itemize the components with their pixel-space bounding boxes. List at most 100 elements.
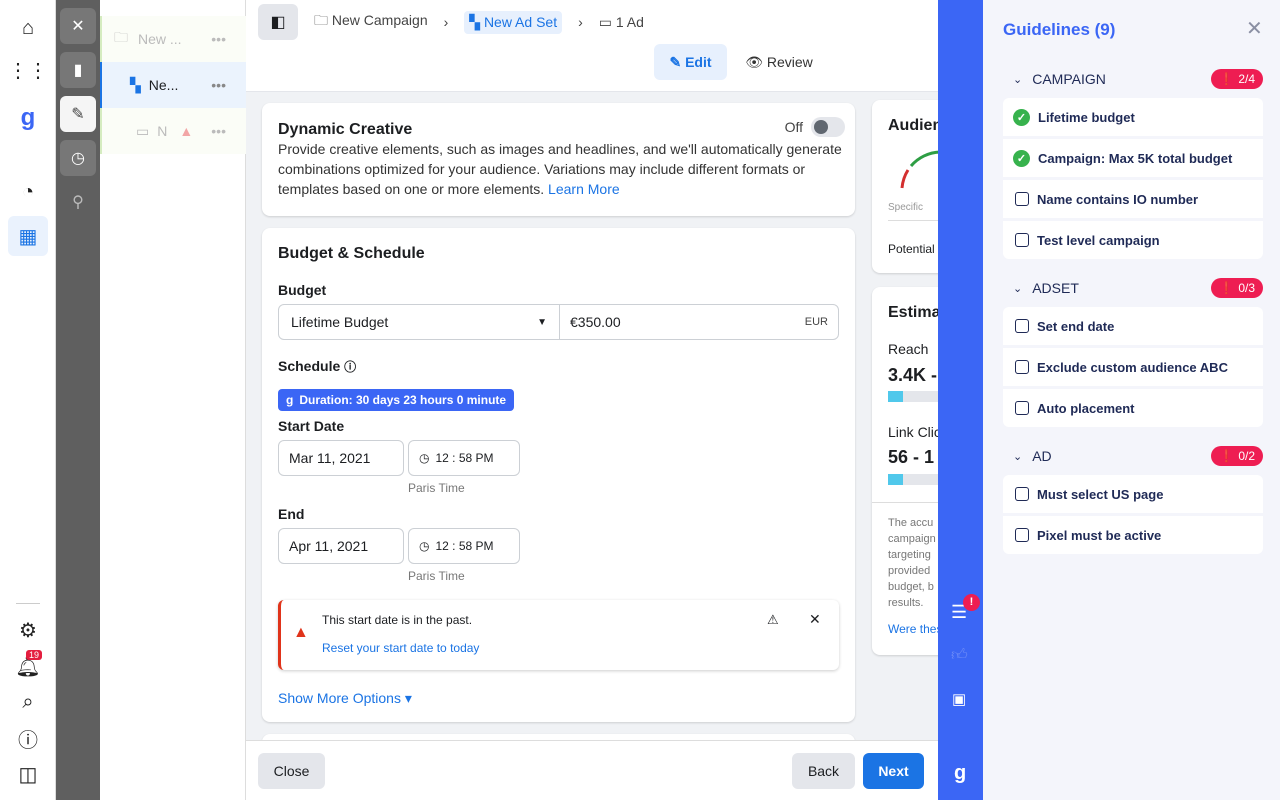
budget-type-select[interactable]: Lifetime Budget ▼	[278, 304, 560, 340]
timezone-label: Paris Time	[408, 569, 465, 583]
breadcrumb-adset[interactable]: ▚ New Ad Set	[464, 10, 563, 34]
chevron-down-icon: ⌄	[1013, 282, 1023, 295]
guideline-item[interactable]: Must select US page	[1003, 475, 1263, 513]
start-date-input[interactable]: Mar 11, 2021	[278, 440, 404, 476]
guideline-item[interactable]: Test level campaign	[1003, 221, 1263, 259]
tree-item-ad[interactable]: ▭ N ▲ •••	[100, 108, 246, 154]
start-time-input[interactable]: ◷ 12 : 58 PM	[408, 440, 520, 476]
clock-icon: ◷	[419, 539, 430, 553]
feedback-icon[interactable]: ▣	[952, 690, 966, 708]
bell-icon[interactable]: 🔔︎ 19	[8, 646, 48, 686]
guidelines-title: Guidelines (9)	[1003, 20, 1116, 39]
more-icon[interactable]: •••	[211, 123, 226, 139]
tab-edit[interactable]: ✎ Edit	[654, 44, 727, 80]
status-badge: ❗ 2/4	[1211, 69, 1263, 89]
alert-icon: ❗	[1219, 281, 1235, 295]
clock-icon[interactable]: ◷	[60, 140, 96, 176]
campaign-tree: 🗀 New ... ••• ▚ Ne... ••• ▭ N ▲ •••	[100, 0, 246, 800]
start-date-label: Start Date	[278, 418, 345, 434]
apps-grid-icon[interactable]: ⋮⋮	[8, 50, 48, 90]
home-icon[interactable]: ⌂	[8, 8, 48, 48]
ad-icon: ▭	[136, 122, 150, 139]
feedback-icon[interactable]: ⚠︎	[767, 612, 779, 628]
guideline-section-campaign[interactable]: ⌄ CAMPAIGN ❗ 2/4	[1003, 68, 1263, 90]
clock-icon: ◷	[419, 451, 430, 465]
guideline-section-adset[interactable]: ⌄ ADSET ❗ 0/3	[1003, 277, 1263, 299]
logo-icon[interactable]: g	[954, 762, 966, 785]
tool-bar: ✕ ▮ ✎ ◷ ⚲	[56, 0, 100, 800]
learn-more-link[interactable]: Learn More	[548, 181, 620, 197]
close-icon[interactable]: ✕	[1246, 16, 1263, 41]
guideline-item[interactable]: Pixel must be active	[1003, 516, 1263, 554]
checkbox[interactable]	[1015, 233, 1029, 247]
info-icon: ⓘ	[344, 360, 357, 374]
budget-amount-input[interactable]: €350.00 EUR	[559, 304, 839, 340]
edit-pencil-icon[interactable]: ✎	[60, 96, 96, 132]
checkbox[interactable]	[1015, 192, 1029, 206]
editor-main: ◧ 🗀 New Campaign › ▚ New Ad Set › ▭ 1 Ad…	[246, 0, 952, 800]
checkbox[interactable]	[1015, 528, 1029, 542]
feedback-link[interactable]: Were thes	[888, 622, 942, 636]
dynamic-creative-card: Dynamic Creative Off Provide creative el…	[262, 103, 855, 216]
help-icon[interactable]: ⓘ	[8, 718, 48, 758]
search-icon[interactable]: ⌕	[8, 682, 48, 722]
checkbox[interactable]	[1015, 319, 1029, 333]
guidelines-strip: ☰ ! 👍︎ ▣ g	[938, 0, 983, 800]
chevron-down-icon: ⌄	[1013, 450, 1023, 463]
tree-item-adset[interactable]: ▚ Ne... •••	[100, 62, 246, 108]
thumbs-icon[interactable]: 👍︎	[951, 646, 968, 665]
budget-label: Budget	[278, 282, 327, 298]
panel-toggle-icon[interactable]: ◫	[8, 754, 48, 794]
tab-review[interactable]: 👁︎ Review	[738, 44, 820, 80]
check-circle-icon: ✓	[1013, 149, 1030, 167]
editor-footer: Close Back Next	[246, 740, 938, 800]
settings-gear-icon[interactable]: ⚙	[8, 610, 48, 650]
search-chart-icon[interactable]: ⚲	[60, 184, 96, 220]
status-badge: ❗ 0/3	[1211, 278, 1263, 298]
tree-item-campaign[interactable]: 🗀 New ... •••	[100, 16, 246, 62]
guideline-item[interactable]: Exclude custom audience ABC	[1003, 348, 1263, 386]
table-icon[interactable]: ▦	[8, 216, 48, 256]
estimate-note: The accu campaign targeting provided budget,…	[888, 517, 936, 609]
guideline-item[interactable]: Name contains IO number	[1003, 180, 1263, 218]
folder-icon: 🗀	[114, 29, 128, 45]
adset-grid-icon: ▚	[130, 76, 141, 93]
dynamic-creative-toggle[interactable]: Off	[785, 117, 845, 137]
guideline-item[interactable]: Set end date	[1003, 307, 1263, 345]
breadcrumb-ad[interactable]: ▭ 1 Ad	[599, 14, 644, 31]
logo-icon[interactable]: g	[8, 98, 48, 138]
timezone-label: Paris Time	[408, 481, 465, 495]
close-icon[interactable]: ✕	[60, 8, 96, 44]
editor-header: ◧ 🗀 New Campaign › ▚ New Ad Set › ▭ 1 Ad…	[246, 0, 938, 92]
sidebar-toggle-icon[interactable]: ◧	[258, 4, 298, 40]
guideline-item[interactable]: Auto placement	[1003, 389, 1263, 427]
show-more-options-link[interactable]: Show More Options ▾	[278, 690, 412, 707]
end-time-input[interactable]: ◷ 12 : 58 PM	[408, 528, 520, 564]
guideline-item[interactable]: ✓ Lifetime budget	[1003, 98, 1263, 136]
logo-icon: g	[286, 393, 294, 407]
more-icon[interactable]: •••	[211, 31, 226, 47]
budget-schedule-card: Budget & Schedule Budget Lifetime Budget…	[262, 228, 855, 722]
more-icon[interactable]: •••	[211, 77, 226, 93]
alert-badge: !	[963, 594, 980, 611]
chevron-right-icon: ›	[578, 14, 583, 30]
dashboard-gauge-icon[interactable]: ◔	[8, 172, 48, 212]
close-icon[interactable]: ✕	[809, 611, 821, 628]
notification-count: 19	[26, 650, 43, 660]
breadcrumb-campaign[interactable]: 🗀 New Campaign	[314, 10, 428, 34]
checkbox[interactable]	[1015, 360, 1029, 374]
start-date-warning: ▲ This start date is in the past. Reset …	[278, 600, 839, 670]
next-button[interactable]: Next	[863, 753, 924, 789]
alert-icon: ❗	[1219, 72, 1235, 86]
back-button[interactable]: Back	[792, 753, 855, 789]
checkbox[interactable]	[1015, 401, 1029, 415]
reset-start-date-link[interactable]: Reset your start date to today	[322, 641, 479, 655]
end-date-input[interactable]: Apr 11, 2021	[278, 528, 404, 564]
warning-icon: ▲	[293, 624, 309, 641]
warning-icon: ▲	[179, 123, 194, 139]
checkbox[interactable]	[1015, 487, 1029, 501]
close-button[interactable]: Close	[258, 753, 325, 789]
bar-chart-icon[interactable]: ▮	[60, 52, 96, 88]
guideline-item[interactable]: ✓ Campaign: Max 5K total budget	[1003, 139, 1263, 177]
guideline-section-ad[interactable]: ⌄ AD ❗ 0/2	[1003, 445, 1263, 467]
